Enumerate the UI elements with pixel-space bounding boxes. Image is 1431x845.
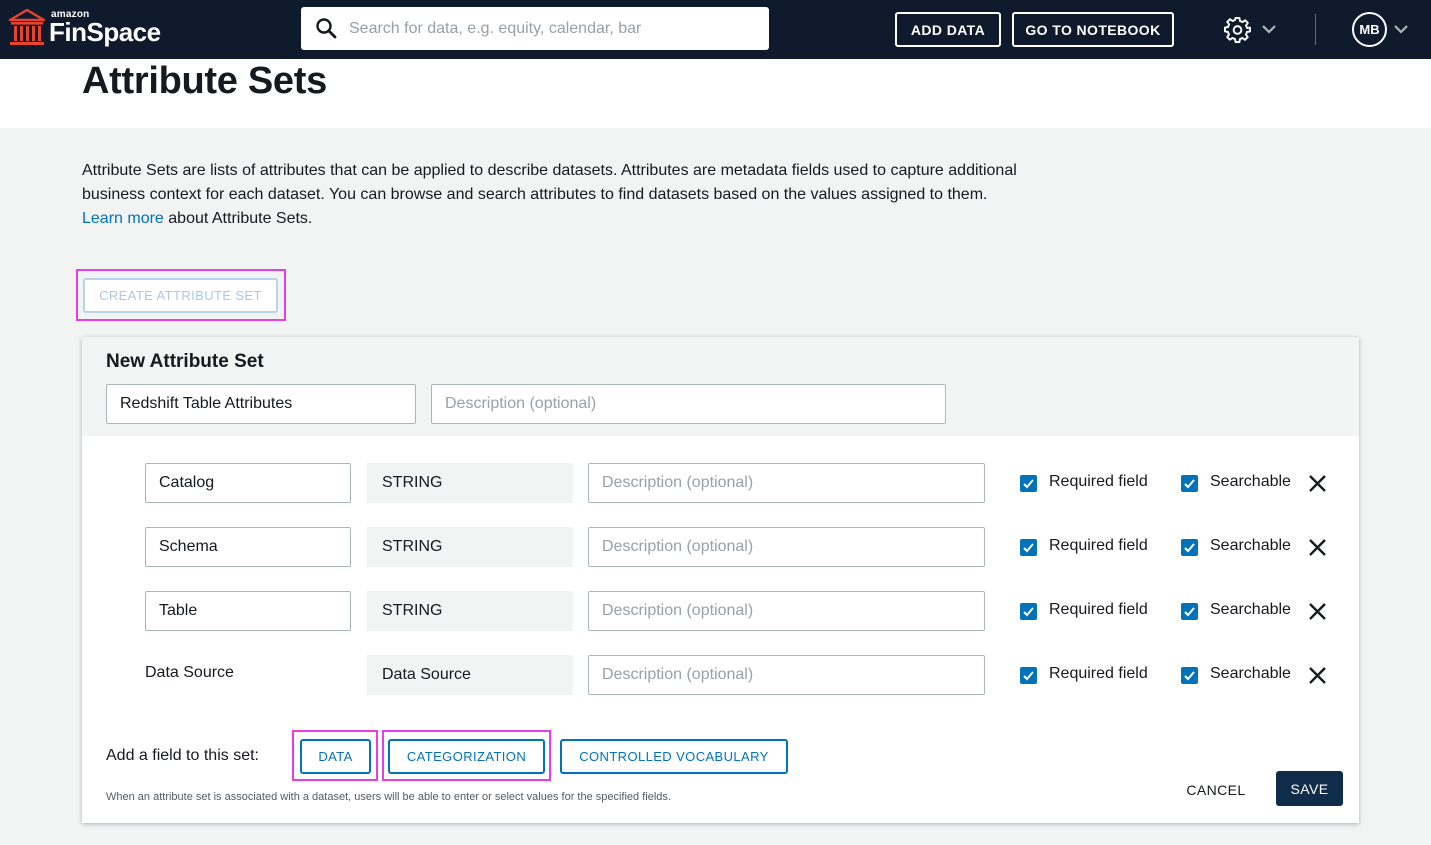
checkmark-icon [1184,543,1195,553]
attribute-row-table: STRING Required field Searchable [82,591,1359,631]
required-checkbox[interactable] [1020,475,1037,492]
searchable-checkbox[interactable] [1181,603,1198,620]
intro-text: Attribute Sets are lists of attributes t… [82,162,1017,203]
attribute-row-catalog: STRING Required field Searchable [82,463,1359,503]
form-footnote: When an attribute set is associated with… [106,791,671,803]
attribute-set-description-input[interactable] [431,384,946,424]
attribute-description-input[interactable] [588,463,985,503]
searchable-label: Searchable [1210,473,1291,490]
create-attribute-set-button[interactable]: CREATE ATTRIBUTE SET [83,278,278,313]
logo-brand-name: FinSpace [49,17,161,47]
attribute-row-schema: STRING Required field Searchable [82,527,1359,567]
checkmark-icon [1023,479,1034,489]
add-categorization-field-button[interactable]: CATEGORIZATION [388,739,545,774]
checkmark-icon [1184,671,1195,681]
finspace-logo[interactable]: amazon FinSpace [8,6,168,52]
required-checkbox[interactable] [1020,667,1037,684]
intro-paragraph: Attribute Sets are lists of attributes t… [82,159,1032,231]
attribute-name-input[interactable] [145,591,351,631]
card-header: New Attribute Set [82,337,1359,436]
go-to-notebook-button[interactable]: GO TO NOTEBOOK [1012,12,1174,47]
close-icon[interactable] [1307,665,1328,686]
topbar-divider [1315,14,1316,45]
search-icon [316,18,337,39]
user-avatar[interactable]: MB [1352,12,1387,47]
searchable-checkbox[interactable] [1181,475,1198,492]
attribute-type: STRING [367,527,573,567]
top-navigation-bar: amazon FinSpace ADD DATA GO TO NOTEBOOK … [0,0,1431,59]
required-label: Required field [1049,473,1148,490]
close-icon[interactable] [1307,473,1328,494]
add-data-button[interactable]: ADD DATA [895,12,1001,47]
add-data-field-button[interactable]: DATA [300,739,371,774]
attribute-name-input[interactable] [145,527,351,567]
attribute-name-input[interactable] [145,463,351,503]
save-button[interactable]: SAVE [1276,771,1343,806]
attribute-name-static: Data Source [145,664,234,681]
searchable-label: Searchable [1210,537,1291,554]
card-title: New Attribute Set [106,351,264,372]
checkmark-icon [1184,607,1195,617]
add-field-label: Add a field to this set: [106,747,259,764]
searchable-checkbox[interactable] [1181,667,1198,684]
searchable-label: Searchable [1210,665,1291,682]
gear-icon[interactable] [1224,16,1251,43]
required-checkbox[interactable] [1020,539,1037,556]
attribute-description-input[interactable] [588,591,985,631]
chevron-down-icon[interactable] [1261,22,1277,36]
required-label: Required field [1049,601,1148,618]
close-icon[interactable] [1307,601,1328,622]
learn-more-link[interactable]: Learn more [82,210,164,227]
intro-suffix: about Attribute Sets. [163,210,313,227]
attribute-row-data-source: Data Source Data Source Required field S… [82,655,1359,695]
attribute-description-input[interactable] [588,655,985,695]
checkmark-icon [1023,607,1034,617]
close-icon[interactable] [1307,537,1328,558]
cancel-button[interactable]: CANCEL [1172,777,1260,803]
global-search[interactable] [301,7,769,50]
searchable-label: Searchable [1210,601,1291,618]
attribute-set-name-input[interactable] [106,384,416,424]
required-checkbox[interactable] [1020,603,1037,620]
attribute-type: STRING [367,591,573,631]
chevron-down-icon[interactable] [1393,22,1409,36]
new-attribute-set-card: New Attribute Set STRING Required field … [82,337,1359,823]
required-label: Required field [1049,665,1148,682]
searchable-checkbox[interactable] [1181,539,1198,556]
page-title: Attribute Sets [82,60,327,102]
attribute-type: Data Source [367,655,573,695]
attribute-type: STRING [367,463,573,503]
bank-building-icon [8,8,46,45]
checkmark-icon [1184,479,1195,489]
checkmark-icon [1023,671,1034,681]
required-label: Required field [1049,537,1148,554]
search-input[interactable] [349,7,759,50]
add-controlled-vocabulary-button[interactable]: CONTROLLED VOCABULARY [560,739,788,774]
attribute-description-input[interactable] [588,527,985,567]
checkmark-icon [1023,543,1034,553]
